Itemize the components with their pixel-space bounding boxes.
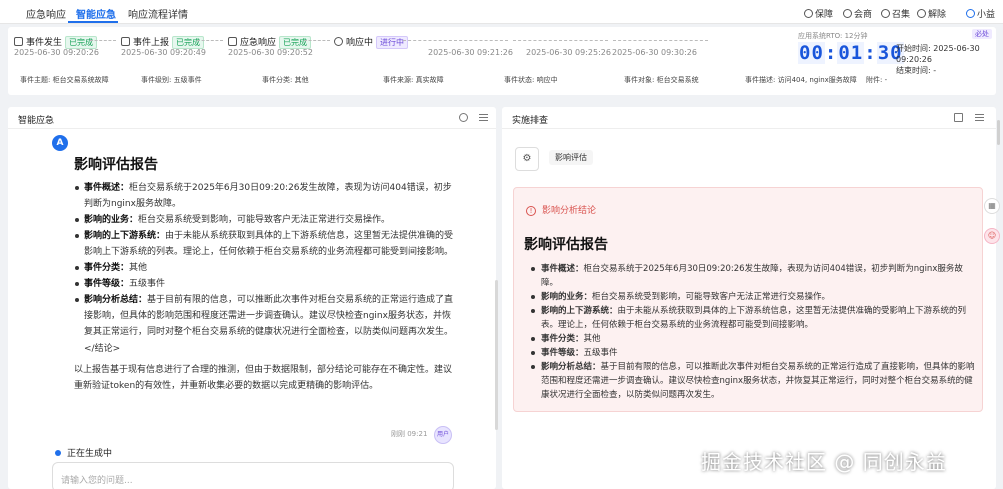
xiaoyi-assistant-button[interactable]: 小益 (966, 7, 995, 20)
process-progress-panel: 事件发生 已完成 2025-06-30 09:20:26 事件上报 已完成 2025… (8, 27, 996, 95)
impact-report-message: 影响评估报告 事件概述：柜台交易系统于2025年6月30日09:20:26发生故… (74, 154, 454, 394)
menu-icon[interactable] (975, 114, 984, 121)
step-event-report[interactable]: 事件上报 已完成 2025-06-30 09:20:49 (121, 35, 206, 57)
people-icon (881, 9, 890, 18)
list-item: 影响的上下游系统：由于未能从系统获取到具体的上下游系统信息，这里暂无法提供准确的… (74, 228, 454, 260)
panel-title: 实施排查 (512, 116, 549, 126)
list-item: 影响的上下游系统：由于未能从系统获取到具体的上下游系统信息，这里暂无法提供准确的… (524, 304, 976, 332)
list-item: 影响分析总结：基于目前有限的信息，可以推断此次事件对柜台交易系统的正常运行造成了… (524, 360, 976, 402)
meta-description: 事件描述: 访问404, nginx服务故障 (745, 76, 857, 84)
watermark: 掘金技术社区 @ 同创永益 (701, 450, 947, 474)
meta-object: 事件对象: 柜台交易系统 (624, 76, 699, 84)
priority-badge: 必处 (972, 29, 992, 39)
report-title: 影响评估报告 (74, 157, 158, 173)
report-list: 事件概述：柜台交易系统于2025年6月30日09:20:26发生故障，表现为访问… (74, 180, 454, 340)
list-item: 事件概述：柜台交易系统于2025年6月30日09:20:26发生故障，表现为访问… (524, 262, 976, 290)
consult-button[interactable]: 会商 (843, 7, 872, 20)
step-event-occur[interactable]: 事件发生 已完成 2025-06-30 09:20:26 (14, 35, 99, 57)
conclusion-report: 影响评估报告 事件概述：柜台交易系统于2025年6月30日09:20:26发生故… (524, 234, 976, 402)
top-nav: 应急响应 智能应急 响应流程详情 保障 会商 召集 解除 小益 (0, 0, 1003, 24)
meta-category: 事件分类: 其他 (262, 76, 309, 84)
step-connector (513, 40, 608, 41)
panel-header: 实施排查 (502, 107, 996, 129)
conclusion-header: ! 影响分析结论 (526, 203, 596, 216)
generating-status: 正在生成中 (55, 446, 112, 459)
ai-avatar-icon: A (52, 135, 68, 151)
tab-emergency-response[interactable]: 应急响应 (26, 6, 66, 21)
meta-level: 事件级别: 五级事件 (141, 76, 202, 84)
panel-header: 智能应急 (8, 107, 496, 129)
report-list: 事件概述：柜台交易系统于2025年6月30日09:20:26发生故障，表现为访问… (524, 262, 976, 402)
menu-icon[interactable] (479, 114, 488, 121)
step-time: 2025-06-30 09:21:26 (428, 48, 513, 57)
list-item: 事件等级：五级事件 (74, 276, 454, 292)
guarantee-button[interactable]: 保障 (804, 7, 833, 20)
question-input[interactable]: 请输入您的问题... (52, 462, 454, 489)
shield-icon (804, 9, 813, 18)
start-end-times: 开始时间: 2025-06-30 09:20:26 结束时间: - (896, 43, 996, 76)
tab-response-process-detail[interactable]: 响应流程详情 (128, 6, 188, 21)
meta-subject: 事件主题: 柜台交易系统故障 (20, 76, 109, 84)
clock-icon (14, 37, 23, 46)
list-item: 影响的业务：柜台交易系统受到影响，可能导致客户无法正常进行交易操作。 (524, 290, 976, 304)
info-icon: ! (526, 206, 536, 216)
meta-source: 事件来源: 真实故障 (383, 76, 444, 84)
rto-timer: 应用系统RTO: 12分钟 00:01:30 (798, 31, 904, 64)
signal-icon (334, 37, 343, 46)
upload-icon (121, 37, 130, 46)
report-title: 影响评估报告 (524, 237, 608, 253)
step-connector (90, 40, 116, 41)
conclusion-end-tag: </结论> (84, 344, 121, 354)
left-panel-scrollbar[interactable] (495, 280, 498, 430)
dismiss-button[interactable]: 解除 (917, 7, 946, 20)
reply-meta: 刚刚 09:21 (391, 430, 428, 438)
step-time: 2025-06-30 09:20:52 (228, 48, 313, 57)
list-item: 事件分类：其他 (74, 260, 454, 276)
step-emergency-response[interactable]: 应急响应 已完成 2025-06-30 09:20:52 (228, 35, 313, 57)
end-time: 结束时间: - (896, 66, 937, 75)
list-item: 事件分类：其他 (524, 332, 976, 346)
impact-assessment-tab-icon[interactable]: ⚙ (515, 147, 539, 171)
rto-label: 应用系统RTO: 12分钟 (798, 32, 868, 40)
list-item: 影响分析总结：基于目前有限的信息，可以推断此次事件对柜台交易系统的正常运行造成了… (74, 292, 454, 340)
user-avatar: 用户 (434, 426, 452, 444)
loading-dot-icon (55, 450, 61, 456)
step-responding[interactable]: 响应中 进行中 (334, 35, 409, 49)
step-time: 2025-06-30 09:20:49 (121, 48, 206, 57)
unlock-icon (917, 9, 926, 18)
assistant-avatar-icon[interactable]: ☺ (984, 228, 1000, 244)
step-time: 2025-06-30 09:20:26 (14, 48, 99, 57)
active-tab-indicator (68, 21, 118, 23)
impact-conclusion-card: ! 影响分析结论 影响评估报告 事件概述：柜台交易系统于2025年6月30日09:… (513, 187, 983, 412)
step-time: 2025-06-30 09:30:26 (612, 48, 697, 57)
expand-icon[interactable] (954, 113, 963, 122)
convene-button[interactable]: 召集 (881, 7, 910, 20)
meta-status: 事件状态: 响应中 (504, 76, 558, 84)
chat-history-icon[interactable] (459, 113, 468, 122)
alarm-icon (228, 37, 237, 46)
timer-digits: 00:01:30 (798, 42, 904, 64)
start-time: 开始时间: 2025-06-30 09:20:26 (896, 44, 980, 64)
list-item: 事件概述：柜台交易系统于2025年6月30日09:20:26发生故障，表现为访问… (74, 180, 454, 212)
step-connector (403, 40, 508, 41)
meta-attachment: 附件: - (866, 76, 888, 84)
tab-impact-assessment[interactable]: 影响评估 (549, 150, 593, 165)
step-connector (197, 40, 223, 41)
status-badge: 进行中 (376, 36, 409, 49)
step-connector (304, 40, 330, 41)
list-item: 事件等级：五级事件 (524, 346, 976, 360)
panel-title: 智能应急 (18, 116, 55, 126)
list-item: 影响的业务：柜台交易系统受到影响，可能导致客户无法正常进行交易操作。 (74, 212, 454, 228)
grid-apps-icon[interactable]: ▦ (984, 198, 1000, 214)
page-scrollbar[interactable] (997, 120, 1000, 145)
step-time: 2025-06-30 09:25:26 (526, 48, 611, 57)
step-connector (613, 40, 708, 41)
report-footnote: 以上报告基于现有信息进行了合理的推测，但由于数据限制，部分结论可能存在不确定性。… (74, 365, 453, 391)
tab-smart-emergency[interactable]: 智能应急 (76, 6, 116, 21)
chat-icon (843, 9, 852, 18)
ai-logo-icon (966, 9, 975, 18)
